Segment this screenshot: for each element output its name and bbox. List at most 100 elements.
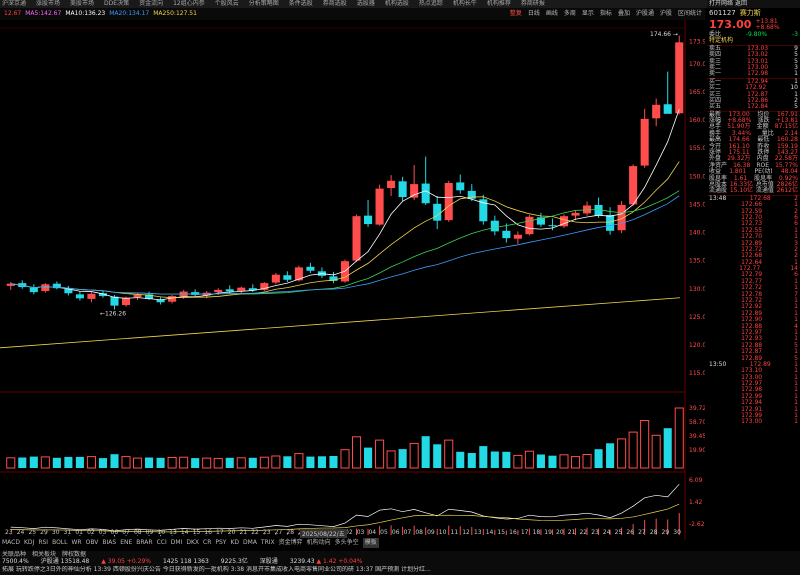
quote-panel: 打开网络 返回 601127 赛力斯 173.00 +13.81 +8.68% … (707, 0, 800, 575)
back-button[interactable]: 返回 (735, 0, 747, 7)
volume-bar (582, 454, 592, 469)
menu-item[interactable]: 机构推荐 (487, 0, 511, 8)
menu-item[interactable]: 机构选股 (385, 0, 409, 8)
indicator-tab[interactable]: TRIX (261, 538, 275, 548)
quote-stats: 最新 173.00 均价 167.91 涨幅 +8.68% 涨跌 +13.81 总手 51.90万… (707, 110, 800, 195)
toolbar-button[interactable]: 沪股通 (633, 8, 657, 20)
candle-body (168, 296, 177, 302)
indicator-tab[interactable]: RSI (38, 538, 48, 548)
indicator-tab[interactable]: ENE (120, 538, 132, 548)
date-tick: 14 (180, 529, 189, 536)
indicator-tab[interactable]: CCI (157, 538, 167, 548)
tick-time: 13:48 (709, 194, 727, 202)
price-tick: 120.00 (689, 342, 705, 349)
menu-item[interactable]: 涨股市场 (36, 0, 60, 8)
tick-volume: 1 (794, 418, 798, 426)
indicator-tab[interactable]: BIAS (102, 538, 116, 548)
indicator-tabs: MACD KDJ RSI BOLL WR OBV BIAS ENE BRAR CCI DMI DKX C… (0, 538, 432, 548)
menu-item[interactable]: 条件选股 (289, 0, 313, 8)
menu-item[interactable]: DDE决策 (104, 0, 129, 8)
bottom-tab[interactable]: 牌权数据 (62, 551, 86, 558)
menu-item[interactable]: 个股风云 (215, 0, 239, 8)
volume-bar (536, 454, 545, 468)
bottom-tab[interactable]: 相关板块 (32, 551, 56, 558)
menu-item[interactable]: 资金流向 (139, 0, 163, 8)
indicator-tab[interactable]: MACD (2, 538, 20, 548)
indicator-tab[interactable]: OBV (86, 538, 99, 548)
candle-body (652, 104, 661, 119)
bottom-tabs: 关联品种 相关板块 牌权数据 (0, 551, 800, 558)
menu-item[interactable]: 机构长牛 (453, 0, 477, 8)
candle-body (225, 289, 234, 292)
toolbar-button[interactable]: 显示 (579, 8, 597, 20)
volume-bar (18, 457, 27, 468)
price-tick: 135.00 (689, 258, 705, 265)
menu-item[interactable]: 热点追踪 (419, 0, 443, 8)
price-tick: 140.00 (689, 230, 705, 237)
volume-bar (6, 457, 16, 469)
toolbar-button[interactable]: 指标 (597, 8, 615, 20)
volume-bar (329, 456, 338, 468)
price-tick: 155.00 (689, 145, 705, 152)
volume-bar (674, 407, 684, 469)
candle-body (29, 287, 38, 293)
toolbar-button[interactable]: 区间统计 (675, 8, 705, 20)
menu-item[interactable]: 沪深京通 (2, 0, 26, 8)
volume-bar (524, 450, 534, 469)
volume-bar (433, 444, 442, 468)
indicator-tab[interactable]: KD (230, 538, 239, 548)
indicator-tab[interactable]: PSY (215, 538, 226, 548)
index-group: 9225.3亿 (221, 558, 248, 566)
indicator-tab[interactable]: BRAR (136, 538, 152, 548)
news-ticker[interactable]: 拓展 玩转跌停之3日外的神仙分析 13:39 西顿股份兴庆公告 今日获得新发的一… (0, 566, 800, 573)
indicator-tab[interactable]: 模板 (362, 538, 379, 548)
candle-body (237, 287, 246, 291)
candle-body (191, 292, 200, 295)
volume-bar (386, 450, 396, 469)
indicator-tab[interactable]: DMI (171, 538, 183, 548)
toolbar-button[interactable]: 沪股 (657, 8, 675, 20)
volume-bar (86, 456, 96, 469)
volume-tick: 39.45 (689, 433, 705, 440)
index-value: 深股通 (259, 558, 278, 565)
menu-item[interactable]: 券商研报 (521, 0, 545, 8)
stock-name: 赛力斯 (739, 9, 761, 17)
date-tick: 26 (626, 529, 635, 536)
date-tick: 25 (28, 529, 37, 536)
menu-item[interactable]: 分析策略图 (249, 0, 279, 8)
date-tick: 12 (462, 529, 470, 536)
candle-body (640, 118, 649, 166)
kline-chart[interactable]: 173.93 170.00 165.00 160.00 155.00 150.00 145.… (0, 20, 705, 545)
toolbar-button[interactable]: 叠加 (615, 8, 633, 20)
indicator-tab[interactable]: KDJ (24, 538, 34, 548)
toolbar-button[interactable]: 画线 (543, 8, 561, 20)
menu-item[interactable]: 12组心内参 (173, 0, 205, 8)
volume-bar (133, 457, 143, 469)
volume-bar (456, 451, 465, 468)
indicator-tab[interactable]: WR (72, 538, 82, 548)
news-badge[interactable]: 特定机构 (709, 37, 733, 44)
index-value: 9225.3亿 (220, 558, 248, 565)
open-network-button[interactable]: 打开网络 (709, 0, 733, 7)
volume-bar (398, 449, 407, 468)
price-tick: 130.00 (689, 286, 705, 293)
indicator-tab[interactable]: CR (203, 538, 211, 548)
toolbar-button[interactable]: 整复 (507, 8, 525, 20)
date-tick: 28 (649, 529, 658, 536)
bottom-tab[interactable]: 关联品种 (2, 551, 26, 558)
menu-item[interactable]: 美股市场 (70, 0, 94, 8)
menu-item[interactable]: 选股器 (357, 0, 375, 8)
index-group: 3239.43 ▲ 1.42 +0.04% (290, 558, 363, 566)
indicator-tab[interactable]: DKX (186, 538, 199, 548)
toolbar-button[interactable]: 多周 (561, 8, 579, 20)
indicator-tab[interactable]: 机构动向 (307, 538, 331, 548)
indicator-tab[interactable]: 多头争空 (335, 538, 359, 548)
indicator-tab[interactable]: 资金博弈 (279, 538, 303, 548)
menu-item[interactable]: 券商选股 (323, 0, 347, 8)
indicator-tab[interactable]: DMA (243, 538, 257, 548)
volume-bar (513, 454, 523, 469)
date-tick: 14 (485, 529, 494, 536)
indicator-tab[interactable]: BOLL (52, 538, 67, 548)
bid-row-label: 买五 (709, 103, 722, 111)
toolbar-button[interactable]: 日线 (525, 8, 543, 20)
